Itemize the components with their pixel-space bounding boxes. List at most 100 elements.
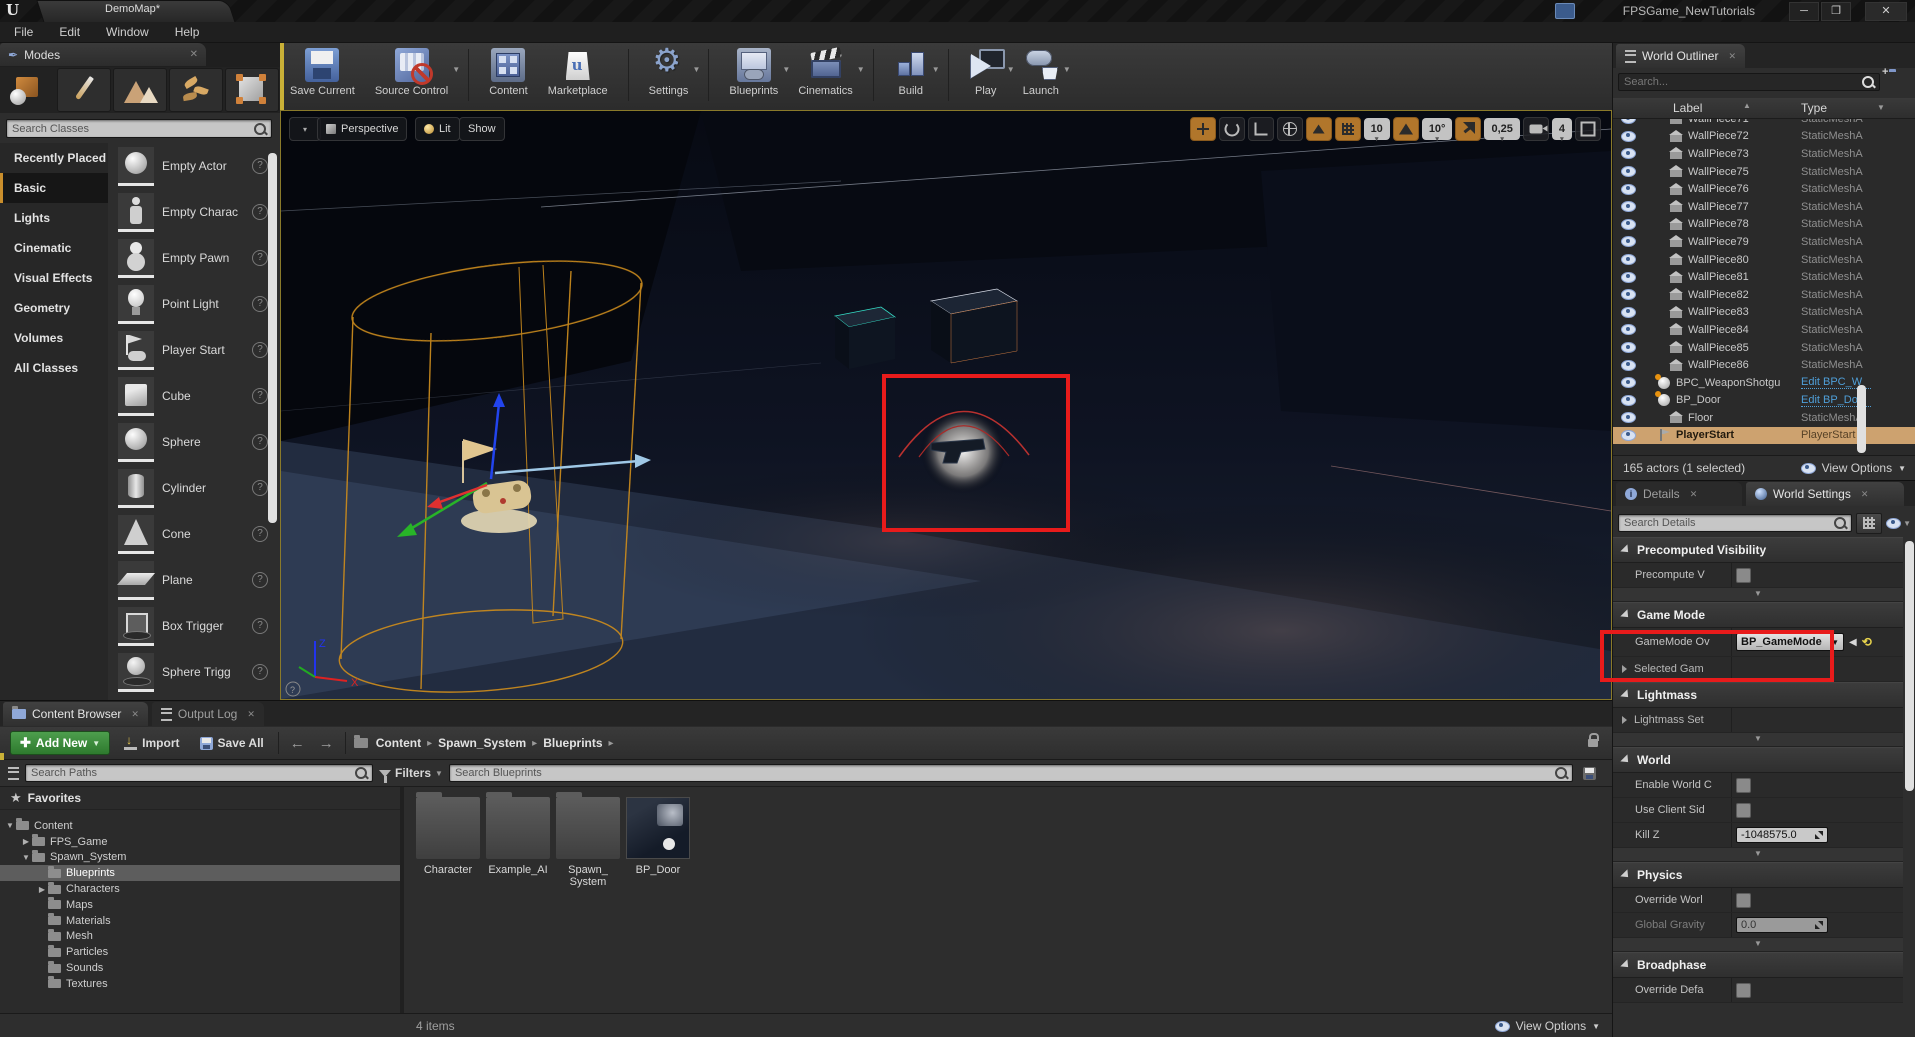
- tab-details[interactable]: i Details ✕: [1616, 482, 1742, 506]
- build-button[interactable]: Build▼: [884, 43, 938, 97]
- grid-snap-icon[interactable]: [1335, 117, 1361, 141]
- sources-toggle-icon[interactable]: [8, 767, 19, 780]
- help-icon[interactable]: ?: [252, 388, 268, 404]
- outliner-row-bp_door[interactable]: BP_DoorEdit BP_Do: [1613, 392, 1915, 410]
- category-expander[interactable]: ▼: [1613, 588, 1903, 602]
- search-paths-input[interactable]: Search Paths: [25, 764, 373, 782]
- visibility-eye-icon[interactable]: [1621, 148, 1636, 159]
- close-button[interactable]: ✕: [1865, 2, 1907, 21]
- source-control-button[interactable]: Source Control▼: [365, 43, 458, 97]
- visibility-eye-icon[interactable]: [1621, 119, 1636, 124]
- maximize-button[interactable]: ❐: [1821, 2, 1851, 21]
- menu-file[interactable]: File: [14, 25, 33, 39]
- section-header-world[interactable]: World: [1613, 747, 1903, 773]
- rotation-snap-icon[interactable]: [1393, 117, 1419, 141]
- outliner-add-folder-button[interactable]: [1889, 72, 1911, 92]
- menu-edit[interactable]: Edit: [59, 25, 80, 39]
- outliner-row-wallpiece80[interactable]: WallPiece80StaticMeshA: [1613, 251, 1915, 269]
- paint-mode-icon[interactable]: [57, 68, 111, 112]
- translate-tool-icon[interactable]: [1190, 117, 1216, 141]
- outliner-column-header[interactable]: Label ▲ Type ▼: [1613, 98, 1915, 119]
- visibility-eye-icon[interactable]: [1621, 412, 1636, 423]
- asset-character[interactable]: Character: [410, 797, 486, 876]
- checkbox[interactable]: [1736, 778, 1751, 793]
- visibility-eye-icon[interactable]: [1621, 360, 1636, 371]
- content-button[interactable]: Content: [479, 43, 538, 97]
- show-button[interactable]: Show: [459, 117, 505, 141]
- outliner-row-wallpiece85[interactable]: WallPiece85StaticMeshA: [1613, 339, 1915, 357]
- search-classes-input[interactable]: Search Classes: [6, 119, 272, 138]
- outliner-row-wallpiece84[interactable]: WallPiece84StaticMeshA: [1613, 321, 1915, 339]
- modes-tab[interactable]: ✒ Modes ✕: [0, 43, 206, 66]
- outliner-row-wallpiece72[interactable]: WallPiece72StaticMeshA: [1613, 128, 1915, 146]
- import-button[interactable]: Import: [118, 732, 185, 754]
- outliner-close-icon[interactable]: ✕: [1728, 51, 1736, 62]
- scale-snap-icon[interactable]: [1455, 117, 1481, 141]
- camera-speed-value[interactable]: 4: [1552, 118, 1572, 140]
- visibility-eye-icon[interactable]: [1621, 324, 1636, 335]
- placement-item-box-trigger[interactable]: Box Trigger?: [108, 603, 280, 649]
- mode-category-cinematic[interactable]: Cinematic: [0, 233, 108, 263]
- camera-speed-icon[interactable]: [1523, 117, 1549, 141]
- placement-item-cone[interactable]: Cone?: [108, 511, 280, 557]
- place-mode-icon[interactable]: [1, 68, 55, 112]
- visibility-eye-icon[interactable]: [1621, 166, 1636, 177]
- help-icon[interactable]: ?: [252, 480, 268, 496]
- section-header-precomputed-visibility[interactable]: Precomputed Visibility: [1613, 537, 1903, 563]
- tab-close-icon[interactable]: ✕: [131, 709, 139, 720]
- expander-open-icon[interactable]: ▼: [22, 853, 30, 862]
- settings-button[interactable]: Settings▼: [639, 43, 699, 97]
- outliner-row-wallpiece73[interactable]: WallPiece73StaticMeshA: [1613, 145, 1915, 163]
- breadcrumb-content[interactable]: Content: [376, 736, 421, 750]
- asset-example-ai[interactable]: Example_AI: [480, 797, 556, 876]
- details-view-options-button[interactable]: ▼: [1886, 518, 1911, 529]
- checkbox[interactable]: [1736, 983, 1751, 998]
- checkbox[interactable]: [1736, 568, 1751, 583]
- help-icon[interactable]: ?: [252, 618, 268, 634]
- type-filter-icon[interactable]: ▼: [1877, 103, 1885, 112]
- outliner-row-wallpiece79[interactable]: WallPiece79StaticMeshA: [1613, 233, 1915, 251]
- visibility-eye-icon[interactable]: [1621, 430, 1636, 441]
- numeric-input[interactable]: 0.0: [1736, 917, 1828, 933]
- placement-item-sphere-trigg[interactable]: Sphere Trigg?: [108, 649, 280, 695]
- tab-content-browser[interactable]: Content Browser ✕: [3, 702, 148, 726]
- placement-item-empty-pawn[interactable]: Empty Pawn?: [108, 235, 280, 281]
- visibility-eye-icon[interactable]: [1621, 131, 1636, 142]
- grid-snap-value[interactable]: 10: [1364, 118, 1390, 140]
- visibility-eye-icon[interactable]: [1621, 184, 1636, 195]
- visibility-eye-icon[interactable]: [1621, 377, 1636, 388]
- section-header-game-mode[interactable]: Game Mode: [1613, 602, 1903, 628]
- details-scrollbar[interactable]: [1905, 541, 1914, 791]
- visibility-eye-icon[interactable]: [1621, 307, 1636, 318]
- visibility-eye-icon[interactable]: [1621, 254, 1636, 265]
- visibility-eye-icon[interactable]: [1621, 272, 1636, 283]
- favorites-section[interactable]: ★ Favorites: [0, 787, 400, 810]
- placement-item-cylinder[interactable]: Cylinder?: [108, 465, 280, 511]
- tree-item-sounds[interactable]: Sounds: [0, 960, 400, 976]
- tree-item-particles[interactable]: Particles: [0, 944, 400, 960]
- visibility-eye-icon[interactable]: [1621, 201, 1636, 212]
- help-icon[interactable]: ?: [252, 296, 268, 312]
- tree-item-mesh[interactable]: Mesh: [0, 929, 400, 945]
- tree-item-fps_game[interactable]: ▶FPS_Game: [0, 834, 400, 850]
- tab-close-icon[interactable]: ✕: [247, 709, 255, 720]
- tab-close-icon[interactable]: ✕: [1690, 489, 1698, 500]
- outliner-view-options[interactable]: View Options ▼: [1801, 461, 1906, 475]
- menu-window[interactable]: Window: [106, 25, 149, 39]
- outliner-row-playerstart[interactable]: PlayerStartPlayerStart: [1613, 427, 1915, 445]
- expander-closed-icon[interactable]: ▶: [22, 837, 30, 846]
- asset-bp-door[interactable]: BP_Door: [620, 797, 696, 876]
- save-all-button[interactable]: Save All: [194, 732, 270, 754]
- content-browser-view-options[interactable]: View Options ▼: [1495, 1019, 1600, 1033]
- tab-output-log[interactable]: Output Log ✕: [152, 702, 264, 726]
- save-search-icon[interactable]: [1583, 767, 1596, 780]
- tab-world-settings[interactable]: World Settings ✕: [1746, 482, 1904, 506]
- tree-item-maps[interactable]: Maps: [0, 897, 400, 913]
- use-selected-icon[interactable]: ◀: [1849, 637, 1857, 648]
- marketplace-button[interactable]: Marketplace: [538, 43, 618, 97]
- search-details-input[interactable]: Search Details: [1618, 514, 1852, 532]
- checkbox[interactable]: [1736, 803, 1751, 818]
- help-icon[interactable]: ?: [252, 204, 268, 220]
- section-header-lightmass[interactable]: Lightmass: [1613, 682, 1903, 708]
- help-icon[interactable]: ?: [252, 434, 268, 450]
